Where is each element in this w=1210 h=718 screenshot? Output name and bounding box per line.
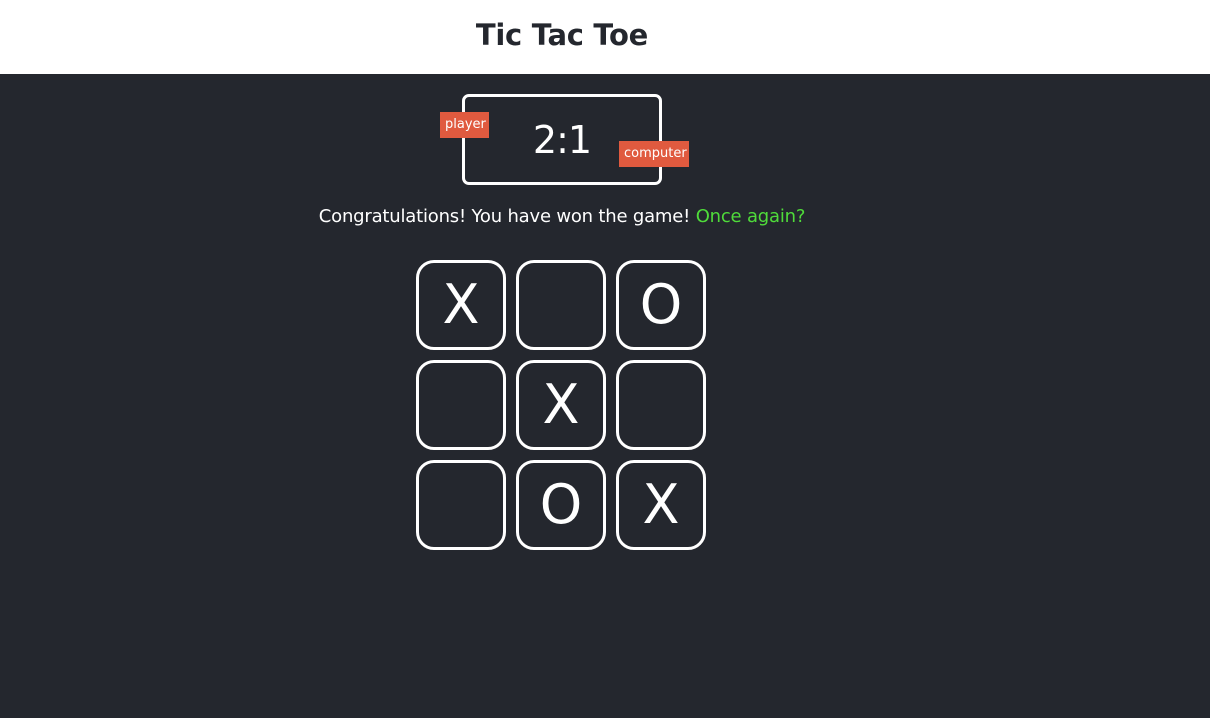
board-cell-9[interactable]: X <box>616 460 706 550</box>
board-cell-2[interactable] <box>516 260 606 350</box>
player-label: player <box>440 112 489 138</box>
scoreboard: 2:1 <box>462 94 662 185</box>
board-cell-4[interactable] <box>416 360 506 450</box>
board-cell-8[interactable]: O <box>516 460 606 550</box>
play-again-link[interactable]: Once again? <box>696 206 806 227</box>
board-cell-3[interactable]: O <box>616 260 706 350</box>
board-cell-7[interactable] <box>416 460 506 550</box>
header-bar: Tic Tac Toe <box>0 0 1210 74</box>
game-board: X O X O X <box>416 260 708 550</box>
board-cell-6[interactable] <box>616 360 706 450</box>
board-cell-5[interactable]: X <box>516 360 606 450</box>
computer-label: computer <box>619 141 689 167</box>
status-text: Congratulations! You have won the game! <box>318 206 691 227</box>
status-message: Congratulations! You have won the game! … <box>0 203 1124 231</box>
board-cell-1[interactable]: X <box>416 260 506 350</box>
page-title: Tic Tac Toe <box>475 18 649 52</box>
